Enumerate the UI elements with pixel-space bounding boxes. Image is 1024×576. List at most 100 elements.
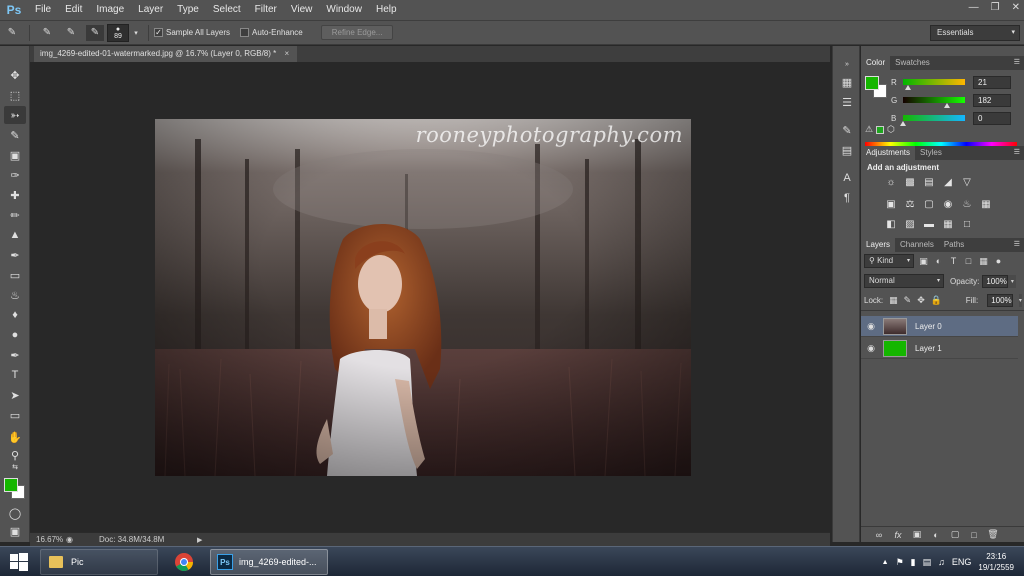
color-lookup-icon[interactable]: ▦ bbox=[980, 198, 992, 210]
marquee-tool-icon[interactable]: ⬚ bbox=[4, 86, 26, 104]
pixel-filter-icon[interactable]: ▣ bbox=[918, 256, 929, 267]
close-icon[interactable]: × bbox=[284, 49, 289, 58]
rectangle-tool-icon[interactable]: ▭ bbox=[4, 406, 26, 424]
swap-colors-icon[interactable]: ⇆ bbox=[4, 462, 26, 472]
photo-filter-icon[interactable]: ◉ bbox=[942, 198, 954, 210]
history-panel-icon[interactable]: ▦ bbox=[838, 74, 856, 90]
workspace-select[interactable]: Essentials ▾ bbox=[930, 25, 1020, 41]
green-value-input[interactable]: 182 bbox=[973, 93, 1011, 107]
gradient-map-icon[interactable]: ▦ bbox=[942, 218, 954, 230]
character-panel-icon[interactable]: A bbox=[838, 170, 856, 186]
new-selection-icon[interactable]: ✎ bbox=[38, 25, 56, 41]
lock-all-icon[interactable]: 🔒 bbox=[931, 295, 942, 306]
selective-color-icon[interactable]: □ bbox=[961, 218, 973, 230]
add-mask-icon[interactable]: ▣ bbox=[911, 529, 923, 541]
posterize-icon[interactable]: ▨ bbox=[904, 218, 916, 230]
lock-position-icon[interactable]: ✥ bbox=[917, 295, 925, 306]
lock-transparent-icon[interactable]: ▦ bbox=[889, 295, 898, 306]
properties-panel-icon[interactable]: ☰ bbox=[838, 94, 856, 110]
start-button[interactable] bbox=[4, 551, 34, 573]
foreground-color-swatch[interactable] bbox=[4, 478, 18, 492]
curves-icon[interactable]: ▤ bbox=[923, 176, 935, 188]
minimize-icon[interactable]: — bbox=[969, 2, 979, 13]
zoom-level[interactable]: 16.67% bbox=[30, 535, 66, 544]
quick-selection-tool-icon[interactable]: ✎ bbox=[4, 126, 26, 144]
red-slider-thumb[interactable] bbox=[904, 85, 911, 90]
flag-icon[interactable]: ⚑ bbox=[896, 557, 904, 568]
collapse-arrows-icon[interactable]: » bbox=[838, 56, 856, 72]
move-tool-icon[interactable]: ✥ bbox=[4, 66, 26, 84]
eye-icon[interactable]: ◉ bbox=[861, 343, 881, 354]
vibrance-icon[interactable]: ▽ bbox=[961, 176, 973, 188]
type-filter-icon[interactable]: T bbox=[948, 256, 959, 267]
hand-tool-icon[interactable]: ✋ bbox=[4, 428, 26, 446]
screen-mode-icon[interactable]: ▣ bbox=[4, 522, 26, 540]
new-group-icon[interactable]: ▢ bbox=[949, 529, 961, 541]
menu-image[interactable]: Image bbox=[89, 0, 131, 20]
blue-slider-thumb[interactable] bbox=[900, 121, 906, 126]
filter-toggle-icon[interactable]: ● bbox=[993, 256, 1004, 267]
paragraph-panel-icon[interactable]: ¶ bbox=[838, 190, 856, 206]
blue-value-input[interactable]: 0 bbox=[973, 111, 1011, 125]
color-panel-foreground-swatch[interactable] bbox=[865, 76, 879, 90]
threshold-icon[interactable]: ▬ bbox=[923, 218, 935, 230]
layer-kind-select[interactable]: ⚲ Kind ▾ bbox=[864, 254, 914, 268]
adjustment-filter-icon[interactable]: ◐ bbox=[933, 256, 944, 267]
menu-filter[interactable]: Filter bbox=[248, 0, 284, 20]
blur-tool-icon[interactable]: ♦ bbox=[4, 306, 26, 324]
brush-tool-icon[interactable]: ✏ bbox=[4, 206, 26, 224]
menu-layer[interactable]: Layer bbox=[131, 0, 170, 20]
history-brush-tool-icon[interactable]: ✒ bbox=[4, 246, 26, 264]
photo-canvas[interactable]: rooneyphotography.com bbox=[155, 119, 691, 476]
color-balance-icon[interactable]: ⚖ bbox=[904, 198, 916, 210]
quick-selection-tool-preset-icon[interactable]: ✎ bbox=[3, 25, 21, 41]
taskbar-item-chrome[interactable] bbox=[162, 549, 206, 575]
chevron-down-icon[interactable]: ▾ bbox=[1008, 274, 1017, 288]
panel-menu-icon[interactable]: ☰ bbox=[1014, 58, 1020, 66]
type-tool-icon[interactable]: T bbox=[4, 366, 26, 384]
green-slider-thumb[interactable] bbox=[944, 103, 951, 108]
play-arrow-icon[interactable]: ▶ bbox=[197, 536, 202, 544]
language-indicator[interactable]: ENG bbox=[952, 557, 972, 567]
tab-adjustments[interactable]: Adjustments bbox=[861, 146, 916, 160]
tab-swatches[interactable]: Swatches bbox=[890, 56, 935, 70]
panel-menu-icon[interactable]: ☰ bbox=[1014, 240, 1020, 248]
new-layer-icon[interactable]: □ bbox=[968, 529, 980, 541]
eye-icon[interactable]: ◉ bbox=[861, 321, 881, 332]
exposure-icon[interactable]: ◢ bbox=[942, 176, 954, 188]
menu-view[interactable]: View bbox=[284, 0, 320, 20]
brush-size-picker[interactable]: ● 89 bbox=[107, 23, 129, 42]
path-selection-tool-icon[interactable]: ➤ bbox=[4, 386, 26, 404]
subtract-from-selection-icon[interactable]: ✎ bbox=[86, 24, 104, 41]
menu-help[interactable]: Help bbox=[369, 0, 404, 20]
tab-channels[interactable]: Channels bbox=[895, 238, 939, 252]
menu-select[interactable]: Select bbox=[206, 0, 248, 20]
gamut-warning[interactable]: ⚠ ⬡ bbox=[865, 124, 895, 135]
quick-mask-icon[interactable]: ◯ bbox=[4, 504, 26, 522]
blue-slider[interactable] bbox=[900, 115, 965, 126]
invert-icon[interactable]: ◧ bbox=[885, 218, 897, 230]
smart-object-filter-icon[interactable]: ▦ bbox=[978, 256, 989, 267]
tab-color[interactable]: Color bbox=[861, 56, 891, 70]
tab-paths[interactable]: Paths bbox=[939, 238, 969, 252]
trash-icon[interactable]: 🗑 bbox=[987, 529, 999, 541]
fill-input[interactable]: 100% bbox=[987, 294, 1013, 307]
eyedropper-tool-icon[interactable]: ✑ bbox=[4, 166, 26, 184]
auto-enhance-checkbox[interactable]: Auto-Enhance bbox=[240, 28, 303, 37]
lasso-tool-icon[interactable]: ➳ bbox=[4, 106, 26, 124]
tray-expand-icon[interactable]: ▲ bbox=[882, 559, 889, 566]
layer-row-layer-0[interactable]: ◉ Layer 0 bbox=[861, 316, 1018, 337]
red-slider[interactable] bbox=[903, 79, 965, 90]
green-slider[interactable] bbox=[903, 97, 965, 108]
clone-stamp-tool-icon[interactable]: ▲ bbox=[4, 226, 26, 244]
layer-row-layer-1[interactable]: ◉ Layer 1 bbox=[861, 338, 1018, 359]
document-tab[interactable]: img_4269-edited-01-watermarked.jpg @ 16.… bbox=[34, 46, 298, 62]
layer-style-icon[interactable]: fx bbox=[892, 529, 904, 541]
close-icon[interactable]: ✕ bbox=[1012, 2, 1020, 13]
lock-image-icon[interactable]: ✎ bbox=[904, 295, 912, 306]
blend-mode-select[interactable]: Normal ▾ bbox=[864, 274, 944, 288]
paint-bucket-tool-icon[interactable]: ♨ bbox=[4, 286, 26, 304]
restore-icon[interactable]: ❐ bbox=[991, 2, 1000, 13]
brightness-contrast-icon[interactable]: ☼ bbox=[885, 176, 897, 188]
status-icon[interactable]: ◉ bbox=[66, 535, 73, 544]
